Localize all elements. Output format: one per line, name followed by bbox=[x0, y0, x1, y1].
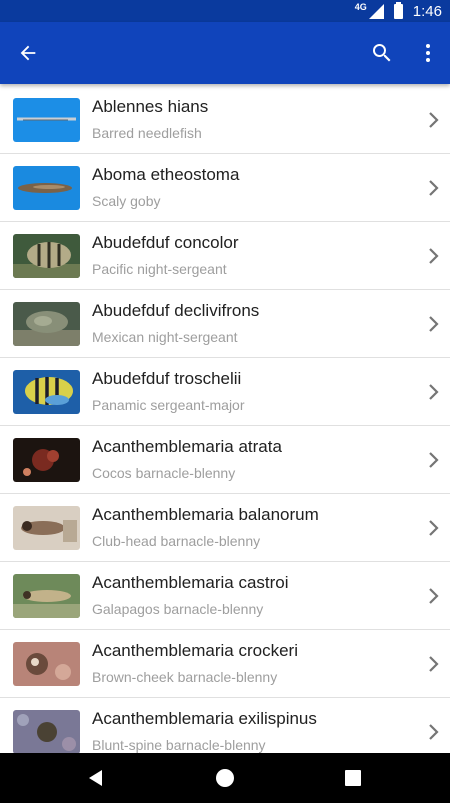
nav-recents-button[interactable] bbox=[323, 753, 383, 803]
fish-thumbnail bbox=[13, 574, 80, 618]
scientific-name: Acanthemblemaria castroi bbox=[92, 573, 289, 592]
fish-thumbnail bbox=[13, 302, 80, 346]
common-name: Cocos barnacle-blenny bbox=[92, 465, 236, 481]
nav-home-button[interactable] bbox=[195, 753, 255, 803]
common-name: Club-head barnacle-blenny bbox=[92, 533, 261, 549]
network-type: 4G bbox=[354, 2, 367, 12]
common-name: Scaly goby bbox=[92, 193, 161, 209]
system-nav-bar bbox=[0, 753, 450, 803]
back-button[interactable] bbox=[4, 22, 52, 84]
common-name: Panamic sergeant-major bbox=[92, 397, 245, 413]
scientific-name: Abudefduf troschelii bbox=[92, 369, 242, 388]
list-item[interactable]: Aboma etheostoma Scaly goby bbox=[0, 154, 450, 222]
recents-square-icon bbox=[345, 770, 361, 786]
scientific-name: Acanthemblemaria atrata bbox=[92, 437, 282, 456]
fish-thumbnail bbox=[13, 234, 80, 278]
common-name: Brown-cheek barnacle-blenny bbox=[92, 669, 278, 685]
list-item[interactable]: Acanthemblemaria castroi Galapagos barna… bbox=[0, 562, 450, 630]
chevron-right-icon bbox=[429, 588, 439, 604]
fish-thumbnail bbox=[13, 98, 80, 142]
chevron-right-icon bbox=[429, 316, 439, 332]
fish-thumbnail bbox=[13, 438, 80, 482]
home-circle-icon bbox=[216, 769, 234, 787]
scientific-name: Abudefduf concolor bbox=[92, 233, 239, 252]
fish-thumbnail bbox=[13, 370, 80, 414]
nav-back-button[interactable] bbox=[66, 753, 126, 803]
chevron-right-icon bbox=[429, 112, 439, 128]
fish-thumbnail bbox=[13, 710, 80, 753]
scientific-name: Acanthemblemaria crockeri bbox=[92, 641, 298, 660]
arrow-back-icon bbox=[20, 45, 36, 61]
app-bar bbox=[0, 22, 450, 84]
common-name: Barred needlefish bbox=[92, 125, 202, 141]
signal-icon bbox=[368, 3, 384, 19]
status-bar: 4G 1:46 bbox=[0, 0, 450, 22]
list-item[interactable]: Acanthemblemaria exilispinus Blunt-spine… bbox=[0, 698, 450, 753]
chevron-right-icon bbox=[429, 656, 439, 672]
common-name: Blunt-spine barnacle-blenny bbox=[92, 737, 266, 753]
search-icon bbox=[373, 44, 391, 62]
chevron-right-icon bbox=[429, 520, 439, 536]
clock: 1:46 bbox=[412, 2, 442, 20]
battery-icon bbox=[393, 1, 403, 19]
chevron-right-icon bbox=[429, 384, 439, 400]
scientific-name: Acanthemblemaria exilispinus bbox=[92, 709, 317, 728]
list-item[interactable]: Abudefduf declivifrons Mexican night-ser… bbox=[0, 290, 450, 358]
fish-thumbnail bbox=[13, 642, 80, 686]
scientific-name: Abudefduf declivifrons bbox=[92, 301, 260, 320]
list-item[interactable]: Acanthemblemaria atrata Cocos barnacle-b… bbox=[0, 426, 450, 494]
list-item[interactable]: Ablennes hians Barred needlefish bbox=[0, 86, 450, 154]
list-item[interactable]: Acanthemblemaria crockeri Brown-cheek ba… bbox=[0, 630, 450, 698]
list-item[interactable]: Abudefduf concolor Pacific night-sergean… bbox=[0, 222, 450, 290]
chevron-right-icon bbox=[429, 180, 439, 196]
list-item[interactable]: Abudefduf troschelii Panamic sergeant-ma… bbox=[0, 358, 450, 426]
common-name: Galapagos barnacle-blenny bbox=[92, 601, 264, 617]
fish-thumbnail bbox=[13, 506, 80, 550]
scientific-name: Acanthemblemaria balanorum bbox=[92, 505, 319, 524]
list-item[interactable]: Acanthemblemaria balanorum Club-head bar… bbox=[0, 494, 450, 562]
scientific-name: Aboma etheostoma bbox=[92, 165, 240, 184]
chevron-right-icon bbox=[429, 724, 439, 740]
species-list[interactable]: Ablennes hians Barred needlefish Aboma e… bbox=[0, 86, 450, 753]
more-options-button[interactable] bbox=[404, 22, 450, 84]
chevron-right-icon bbox=[429, 452, 439, 468]
more-vert-icon bbox=[426, 44, 430, 62]
back-triangle-icon bbox=[89, 770, 102, 786]
scientific-name: Ablennes hians bbox=[92, 97, 209, 116]
fish-thumbnail bbox=[13, 166, 80, 210]
search-button[interactable] bbox=[358, 22, 406, 84]
chevron-right-icon bbox=[429, 248, 439, 264]
common-name: Pacific night-sergeant bbox=[92, 261, 227, 277]
common-name: Mexican night-sergeant bbox=[92, 329, 238, 345]
